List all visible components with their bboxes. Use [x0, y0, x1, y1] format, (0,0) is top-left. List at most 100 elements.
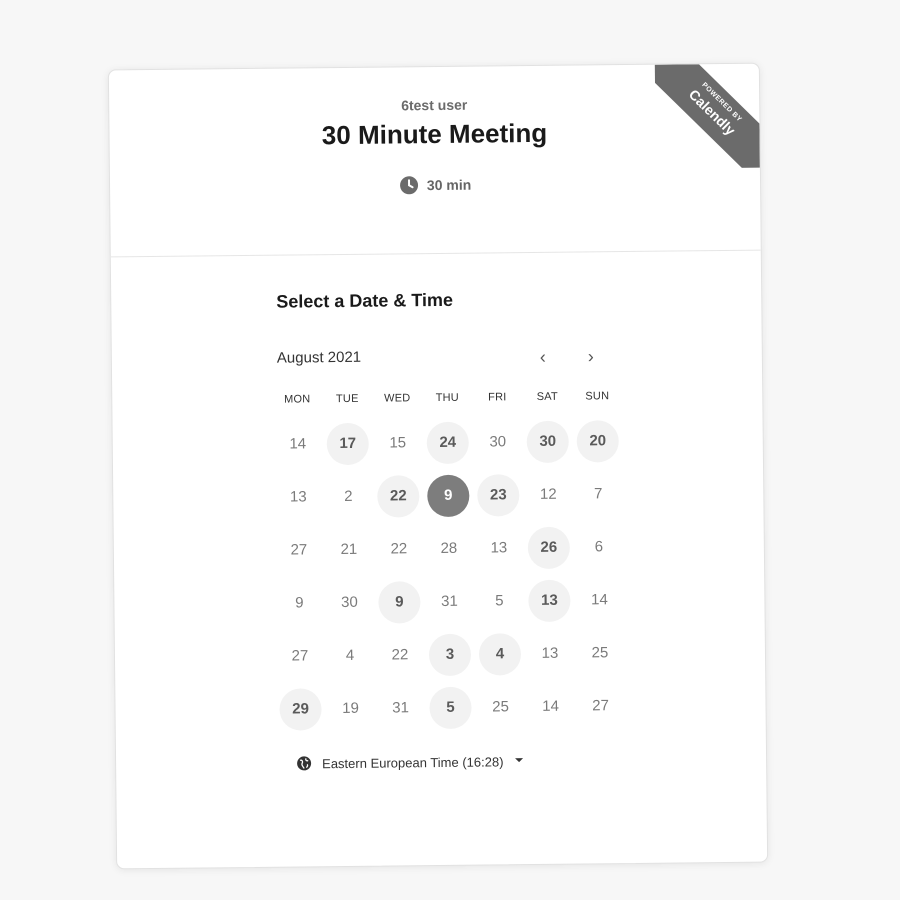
- unavailable-date: 14: [574, 573, 625, 627]
- date-label: 26: [527, 526, 571, 569]
- available-date-button[interactable]: 26: [524, 521, 575, 575]
- available-date-button[interactable]: 3: [425, 628, 476, 682]
- unavailable-date: 30: [472, 415, 523, 469]
- available-date-button[interactable]: 30: [522, 415, 573, 469]
- date-label: 12: [539, 485, 557, 503]
- powered-by-badge[interactable]: POWERED BY Calendly: [654, 63, 760, 169]
- date-picker-panel: Select a Date & Time August 2021 ‹ › MON…: [111, 251, 767, 868]
- unavailable-date: 9: [274, 576, 325, 630]
- unavailable-date: 27: [274, 523, 325, 577]
- caret-down-icon: [515, 758, 524, 763]
- date-label: 13: [528, 579, 571, 622]
- date-label: 29: [279, 687, 322, 731]
- calendar-days: 14 17 15 24 30 30 20 13 2 22 9 23 12 7 27 21 22 28 13 26 6 9 3…: [272, 414, 625, 736]
- month-navigation: August 2021 ‹ ›: [277, 344, 607, 371]
- date-label: 4: [478, 632, 522, 676]
- available-date-button[interactable]: 20: [572, 414, 623, 468]
- weekday-header-row: MON TUE WED THU FRI SAT SUN: [272, 390, 622, 414]
- unavailable-date: 31: [375, 681, 426, 735]
- available-date-button[interactable]: 29: [275, 682, 326, 736]
- weekday-label: SUN: [585, 390, 610, 403]
- available-date-button[interactable]: 24: [422, 416, 473, 470]
- date-label: 14: [542, 697, 559, 715]
- date-label: 31: [440, 592, 458, 610]
- available-date-button[interactable]: 22: [373, 469, 424, 523]
- unavailable-date: 13: [474, 521, 525, 575]
- calendar-grid: MON TUE WED THU FRI SAT SUN 14 17 15 24 30 30 20 13 2 2…: [272, 390, 626, 736]
- weekday-label: MON: [284, 393, 311, 406]
- duration-label: 30 min: [426, 176, 472, 194]
- unavailable-date: 14: [525, 680, 576, 734]
- available-date-button[interactable]: 5: [425, 681, 476, 735]
- date-label: 27: [290, 541, 308, 559]
- date-label: 4: [345, 646, 355, 664]
- available-date-button[interactable]: 17: [322, 417, 373, 471]
- available-date-button[interactable]: 23: [473, 468, 524, 522]
- date-label: 19: [342, 699, 359, 718]
- date-label: 15: [389, 434, 407, 452]
- unavailable-date: 2: [323, 470, 374, 524]
- unavailable-date: 6: [574, 520, 625, 574]
- date-label: 22: [391, 646, 409, 664]
- month-label: August 2021: [276, 348, 362, 367]
- weekday-label: SAT: [536, 390, 558, 403]
- unavailable-date: 19: [325, 682, 376, 736]
- available-date-button[interactable]: 9: [374, 575, 425, 629]
- date-label: 31: [392, 699, 409, 717]
- unavailable-date: 25: [575, 626, 626, 680]
- date-label: 23: [477, 473, 520, 517]
- selected-date-button[interactable]: 9: [423, 469, 474, 523]
- unavailable-date: 13: [273, 470, 324, 524]
- unavailable-date: 22: [374, 522, 425, 576]
- unavailable-date: 22: [375, 628, 426, 682]
- available-date-button[interactable]: 4: [475, 627, 526, 681]
- date-label: 30: [340, 593, 358, 612]
- date-label: 7: [594, 485, 603, 503]
- unavailable-date: 21: [324, 523, 375, 577]
- timezone-label: Eastern European Time (16:28): [322, 753, 504, 771]
- unavailable-date: 14: [272, 417, 323, 471]
- date-label: 9: [378, 580, 421, 624]
- date-label: 25: [492, 698, 509, 716]
- weekday-label: TUE: [335, 392, 359, 406]
- date-label: 25: [591, 644, 609, 662]
- unavailable-date: 25: [475, 680, 526, 734]
- unavailable-date: 28: [424, 522, 475, 576]
- booking-card: 6test user 30 Minute Meeting 30 min POWE…: [107, 62, 769, 870]
- unavailable-date: 13: [525, 627, 576, 681]
- weekday-label: THU: [435, 391, 459, 405]
- unavailable-date: 5: [474, 574, 525, 628]
- unavailable-date: 7: [573, 467, 624, 521]
- page: 6test user 30 Minute Meeting 30 min POWE…: [0, 0, 900, 900]
- section-title: Select a Date & Time: [276, 289, 454, 312]
- unavailable-date: 15: [372, 416, 423, 470]
- date-label: 5: [495, 592, 504, 610]
- next-month-button[interactable]: ›: [579, 344, 603, 368]
- date-label: 5: [429, 686, 472, 729]
- date-label: 14: [590, 591, 608, 609]
- event-header: 6test user 30 Minute Meeting 30 min POWE…: [108, 63, 761, 258]
- available-date-button[interactable]: 13: [524, 574, 575, 628]
- date-label: 24: [426, 421, 469, 464]
- weekday-label: FRI: [488, 391, 507, 404]
- date-label: 14: [289, 435, 307, 453]
- powered-by-ribbon[interactable]: POWERED BY Calendly: [654, 63, 760, 169]
- date-label: 17: [326, 422, 369, 465]
- previous-month-button[interactable]: ‹: [531, 345, 555, 369]
- date-label: 13: [289, 488, 307, 506]
- brand-name: Calendly: [685, 86, 739, 139]
- date-label: 13: [541, 644, 559, 662]
- date-label: 6: [594, 538, 604, 556]
- date-label: 9: [427, 474, 470, 517]
- date-label: 30: [489, 433, 507, 451]
- chevron-right-icon: ›: [587, 345, 594, 366]
- event-duration: 30 min: [110, 172, 760, 199]
- timezone-selector[interactable]: Eastern European Time (16:28): [296, 753, 524, 771]
- date-label: 27: [592, 697, 609, 715]
- date-label: 2: [344, 487, 353, 505]
- clock-icon: [399, 175, 419, 195]
- unavailable-date: 27: [575, 679, 626, 733]
- date-label: 3: [428, 633, 472, 676]
- date-label: 22: [377, 474, 420, 518]
- weekday-label: WED: [384, 392, 411, 405]
